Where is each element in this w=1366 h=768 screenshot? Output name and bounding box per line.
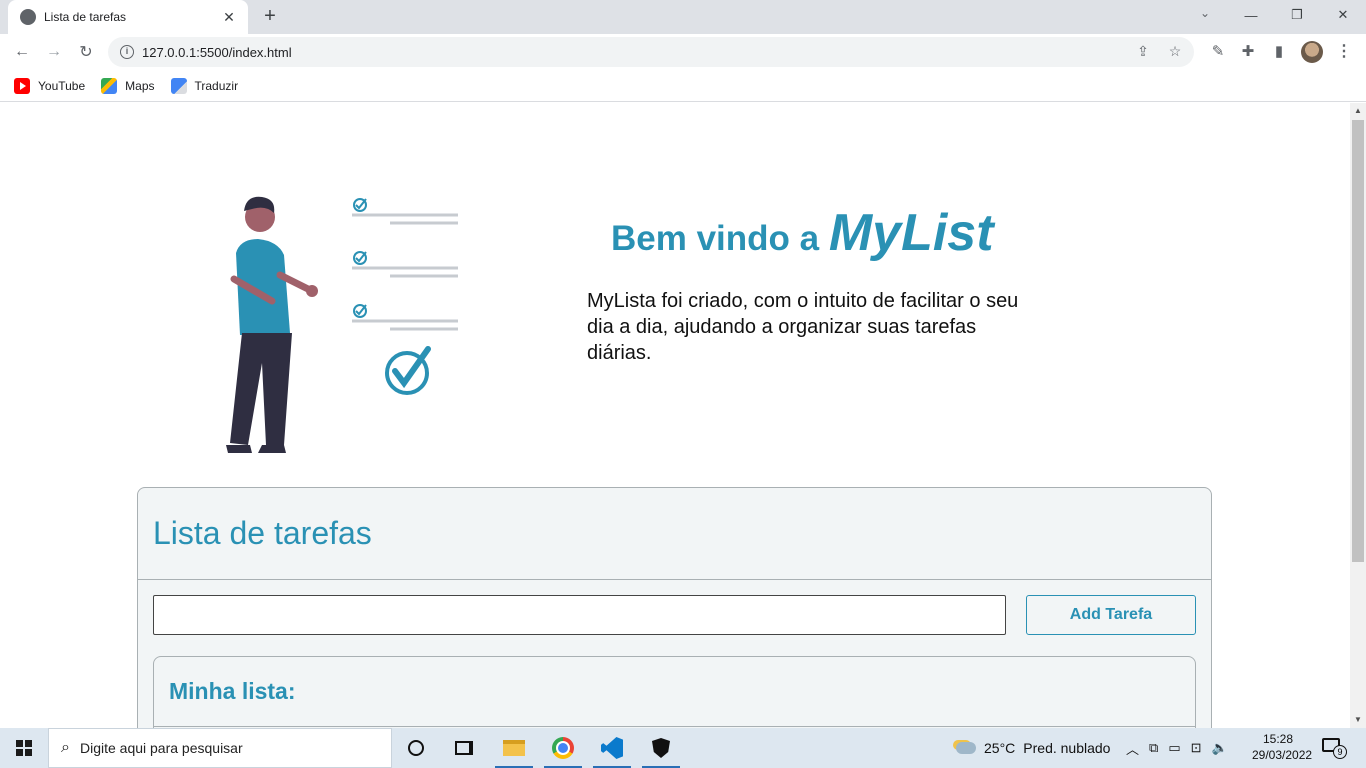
search-placeholder: Digite aqui para pesquisar <box>79 740 243 756</box>
shield-icon <box>652 738 670 758</box>
cortana-icon <box>408 740 424 756</box>
reload-icon[interactable]: ↻ <box>74 40 98 64</box>
bookmark-label: Maps <box>125 78 155 93</box>
minimize-icon[interactable]: — <box>1228 0 1274 30</box>
vscode-button[interactable] <box>591 728 633 768</box>
extension-devtools-icon[interactable]: ✎ <box>1206 40 1230 64</box>
task-view-button[interactable] <box>443 728 485 768</box>
taskbar-clock[interactable]: 15:28 29/03/2022 <box>1252 731 1313 763</box>
bookmark-star-icon[interactable]: ☆ <box>1166 43 1184 61</box>
chrome-button[interactable] <box>542 728 584 768</box>
windows-taskbar: ⌕ Digite aqui para pesquisar 25°C Pred. … <box>0 728 1366 768</box>
bookmark-maps[interactable]: Maps <box>101 77 155 94</box>
page-scrollbar[interactable]: ▲ ▼ <box>1350 103 1366 728</box>
battery-icon[interactable]: ▭ <box>1168 740 1180 756</box>
translate-icon <box>170 77 187 94</box>
scroll-down-icon[interactable]: ▼ <box>1350 712 1366 728</box>
close-window-icon[interactable]: ✕ <box>1320 0 1366 30</box>
task-list-title: Lista de tarefas <box>153 515 372 551</box>
security-button[interactable] <box>640 728 682 768</box>
youtube-icon <box>14 77 30 94</box>
tab-search-icon[interactable]: ⌄ <box>1193 6 1217 26</box>
clock-date: 29/03/2022 <box>1252 748 1313 762</box>
scroll-thumb[interactable] <box>1352 120 1364 562</box>
my-list-header: Minha lista: <box>154 657 1195 727</box>
maps-icon <box>101 77 118 94</box>
windows-logo-icon <box>16 740 32 756</box>
welcome-heading: Bem vindo a MyList <box>611 203 994 263</box>
my-list-panel: Minha lista: <box>153 656 1196 728</box>
scroll-up-icon[interactable]: ▲ <box>1350 103 1366 119</box>
side-panel-icon[interactable]: ▮ <box>1267 40 1291 64</box>
bookmark-youtube[interactable]: YouTube <box>14 77 86 94</box>
url-text: 127.0.0.1:5500/index.html <box>142 44 292 60</box>
system-tray: ︿ ⧉ ▭ ⊡ 🔈 <box>1126 728 1228 768</box>
menu-kebab-icon[interactable]: ⋮ <box>1336 40 1352 64</box>
task-input[interactable] <box>153 595 1006 635</box>
tab-strip: Lista de tarefas ✕ + ⌄ — ❐ ✕ <box>0 0 1366 34</box>
weather-condition: Pred. nublado <box>1023 740 1111 756</box>
restore-icon[interactable]: ❐ <box>1274 0 1320 30</box>
window-controls: — ❐ ✕ <box>1228 0 1366 30</box>
folder-icon <box>503 740 525 756</box>
card-header: Lista de tarefas <box>138 488 1211 580</box>
site-info-icon[interactable]: i <box>120 45 134 59</box>
clock-time: 15:28 <box>1262 732 1294 746</box>
file-explorer-button[interactable] <box>493 728 535 768</box>
meet-now-icon[interactable]: ⧉ <box>1149 740 1158 756</box>
intro-paragraph: MyLista foi criado, com o intuito de fac… <box>587 290 1019 364</box>
chrome-icon <box>552 737 574 759</box>
add-task-button[interactable]: Add Tarefa <box>1026 595 1196 635</box>
notification-count: 9 <box>1333 745 1347 759</box>
notification-center-button[interactable]: 9 <box>1322 738 1347 759</box>
bookmark-label: Traduzir <box>194 78 239 93</box>
search-icon: ⌕ <box>61 739 70 756</box>
start-button[interactable] <box>0 728 48 768</box>
bookmark-translate[interactable]: Traduzir <box>170 77 239 94</box>
task-list-card: Lista de tarefas Add Tarefa Minha lista: <box>137 487 1212 728</box>
globe-icon <box>20 9 36 25</box>
close-tab-icon[interactable]: ✕ <box>220 9 238 26</box>
welcome-prefix: Bem vindo a <box>611 219 829 258</box>
chevron-up-icon[interactable]: ︿ <box>1126 739 1139 758</box>
new-tab-button[interactable]: + <box>258 5 282 29</box>
brand-name: MyList <box>828 204 994 262</box>
volume-icon[interactable]: 🔈 <box>1212 740 1228 756</box>
page-viewport: Bem vindo a MyList MyLista foi criado, c… <box>0 103 1350 728</box>
bookmarks-bar: YouTube Maps Traduzir <box>0 70 1366 102</box>
person-checklist-illustration <box>226 196 458 453</box>
extensions-puzzle-icon[interactable]: ✚ <box>1236 40 1260 64</box>
forward-icon[interactable]: → <box>42 40 66 64</box>
temperature: 25°C <box>984 740 1016 756</box>
cloudy-weather-icon <box>956 742 976 754</box>
vscode-icon <box>601 737 623 759</box>
bookmark-label: YouTube <box>38 78 86 93</box>
profile-avatar[interactable] <box>1301 41 1323 63</box>
network-icon[interactable]: ⊡ <box>1191 740 1202 756</box>
browser-toolbar: ← → ↻ i 127.0.0.1:5500/index.html ⇪ ☆ ✎ … <box>0 34 1366 70</box>
weather-widget[interactable]: 25°C Pred. nublado <box>956 728 1110 768</box>
cortana-button[interactable] <box>395 728 437 768</box>
share-icon[interactable]: ⇪ <box>1134 43 1152 61</box>
browser-tab[interactable]: Lista de tarefas ✕ <box>8 0 248 34</box>
taskbar-search[interactable]: ⌕ Digite aqui para pesquisar <box>48 728 392 768</box>
address-bar[interactable]: i 127.0.0.1:5500/index.html ⇪ ☆ <box>108 37 1194 67</box>
my-list-title: Minha lista: <box>169 678 296 704</box>
back-icon[interactable]: ← <box>10 40 34 64</box>
tab-title: Lista de tarefas <box>44 10 127 24</box>
task-view-icon <box>455 741 473 755</box>
